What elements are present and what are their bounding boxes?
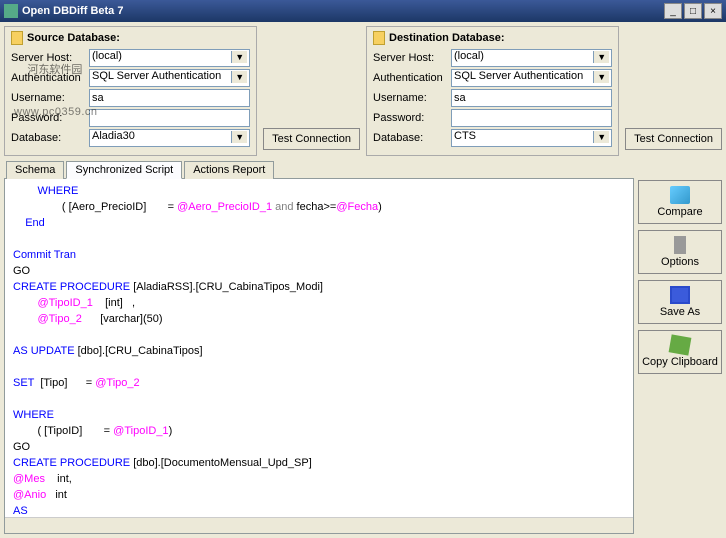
destination-test-connection-button[interactable]: Test Connection (625, 128, 722, 150)
destination-authentication[interactable]: SQL Server Authentication (451, 69, 612, 87)
maximize-button[interactable]: □ (684, 3, 702, 19)
source-test-connection-button[interactable]: Test Connection (263, 128, 360, 150)
destination-password[interactable] (451, 109, 612, 127)
source-username[interactable] (89, 89, 250, 107)
copy-clipboard-button[interactable]: Copy Clipboard (638, 330, 722, 374)
source-password[interactable] (89, 109, 250, 127)
app-icon (4, 4, 18, 18)
label-password: Password: (11, 112, 85, 124)
source-server-host[interactable]: (local) (89, 49, 250, 67)
save-as-button[interactable]: Save As (638, 280, 722, 324)
script-editor-panel: WHERE ( [Aero_PrecioID] = @Aero_PrecioID… (4, 178, 634, 534)
tab-actions-report[interactable]: Actions Report (184, 161, 274, 179)
script-editor[interactable]: WHERE ( [Aero_PrecioID] = @Aero_PrecioID… (5, 179, 633, 517)
destination-panel: Destination Database: Server Host:(local… (366, 26, 619, 156)
source-panel: Source Database: Server Host: (local) Aut… (4, 26, 257, 156)
tab-schema[interactable]: Schema (6, 161, 64, 179)
clipboard-icon (669, 334, 692, 355)
database-icon (11, 31, 23, 45)
label-username: Username: (11, 92, 85, 104)
label-server-host: Server Host: (11, 52, 85, 64)
destination-server-host[interactable]: (local) (451, 49, 612, 67)
options-button[interactable]: Options (638, 230, 722, 274)
compare-button[interactable]: Compare (638, 180, 722, 224)
options-icon (670, 236, 690, 254)
database-icon (373, 31, 385, 45)
tab-synchronized-script[interactable]: Synchronized Script (66, 161, 182, 179)
label-authentication: Authentication (11, 72, 85, 84)
source-authentication[interactable]: SQL Server Authentication (89, 69, 250, 87)
destination-username[interactable] (451, 89, 612, 107)
minimize-button[interactable]: _ (664, 3, 682, 19)
destination-database[interactable]: CTS (451, 129, 612, 147)
close-button[interactable]: × (704, 3, 722, 19)
destination-title: Destination Database: (389, 32, 505, 44)
save-icon (670, 286, 690, 304)
horizontal-scrollbar[interactable] (5, 517, 633, 533)
titlebar: Open DBDiff Beta 7 _ □ × (0, 0, 726, 22)
source-database[interactable]: Aladia30 (89, 129, 250, 147)
window-title: Open DBDiff Beta 7 (22, 5, 662, 17)
compare-icon (670, 186, 690, 204)
label-database: Database: (11, 132, 85, 144)
tab-bar: Schema Synchronized Script Actions Repor… (0, 160, 726, 178)
action-column: Compare Options Save As Copy Clipboard (638, 178, 722, 534)
source-title: Source Database: (27, 32, 120, 44)
